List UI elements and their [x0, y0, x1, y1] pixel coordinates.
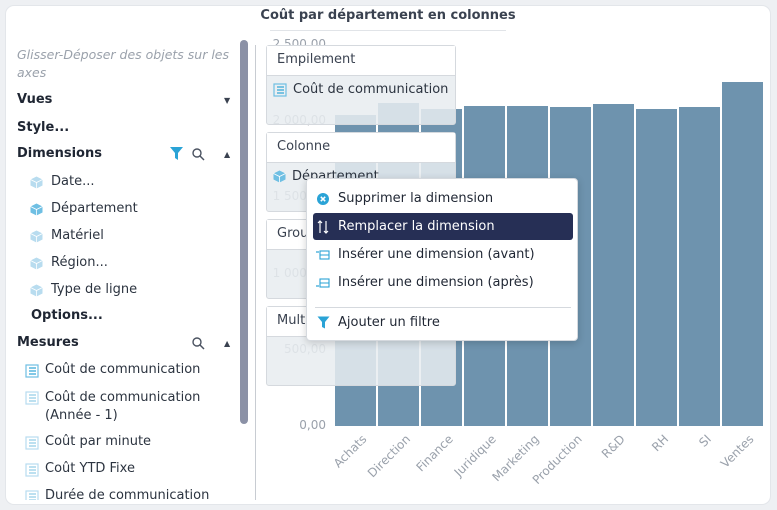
context-menu: Supprimer la dimension Remplacer la dime…: [306, 178, 578, 341]
dimension-label: Date...: [51, 174, 95, 189]
measure-icon: [25, 463, 39, 477]
measure-item[interactable]: Coût de communication (Année - 1): [25, 389, 215, 425]
measure-icon: [25, 490, 39, 500]
menu-item-insert-after[interactable]: Insérer une dimension (après): [313, 269, 573, 296]
filter-icon[interactable]: [169, 146, 184, 161]
measure-label: Coût de communication (Année - 1): [45, 390, 201, 423]
section-dimensions[interactable]: Dimensions: [17, 146, 102, 161]
panel-scrollbar[interactable]: [240, 40, 248, 424]
cube-icon: [273, 170, 286, 183]
menu-item-insert-before[interactable]: Insérer une dimension (avant): [313, 241, 573, 268]
drag-hint: Glisser-Déposer des objets sur les axes: [17, 47, 229, 80]
dimension-label: Type de ligne: [51, 282, 138, 297]
menu-item-label: Remplacer la dimension: [338, 219, 495, 234]
x-tick-label: RH: [648, 432, 671, 455]
measure-item[interactable]: Durée de communication: [25, 488, 209, 500]
vues-caret-icon[interactable]: ▼: [224, 96, 230, 105]
measure-icon: [25, 391, 39, 405]
chart-bar[interactable]: [679, 107, 720, 426]
filter-icon: [316, 316, 330, 330]
options-link[interactable]: Options...: [31, 308, 103, 323]
measure-icon: [273, 82, 287, 97]
x-tick-label: SI: [695, 432, 714, 450]
mesures-caret-icon[interactable]: ▲: [224, 339, 230, 348]
x-tick-label: Achats: [330, 432, 369, 471]
menu-item-remove-dimension[interactable]: Supprimer la dimension: [313, 185, 573, 212]
menu-item-label: Insérer une dimension (avant): [338, 247, 535, 262]
search-icon[interactable]: [192, 148, 205, 161]
cube-icon: [30, 230, 43, 243]
x-tick-label: R&D: [598, 432, 628, 461]
menu-item-label: Ajouter un filtre: [338, 315, 440, 330]
measure-label: Coût de communication: [45, 362, 201, 377]
insert-after-icon: [316, 276, 330, 290]
menu-separator: [315, 307, 571, 308]
axis-label: Grou: [277, 226, 309, 241]
chart-bar[interactable]: [722, 81, 763, 426]
axis-box-empilement[interactable]: Empilement Coût de communication: [266, 45, 456, 125]
fields-panel: Glisser-Déposer des objets sur les axes …: [0, 40, 240, 500]
insert-before-icon: [316, 248, 330, 262]
panel-divider: [255, 45, 256, 500]
measure-label: Durée de communication: [45, 488, 210, 500]
x-tick-label: Ventes: [717, 432, 757, 471]
dimension-label: Région...: [51, 255, 108, 270]
y-tick-label: 0,00: [299, 418, 326, 432]
chart-bar[interactable]: [636, 109, 677, 426]
dimension-item[interactable]: Département: [30, 201, 138, 216]
axis-label: Empilement: [277, 52, 356, 67]
measure-icon: [25, 436, 39, 450]
axis-chip[interactable]: Coût de communication: [273, 82, 448, 97]
dimensions-caret-icon[interactable]: ▲: [224, 150, 230, 159]
dimension-label: Département: [51, 201, 138, 216]
dimension-item[interactable]: Région...: [30, 255, 108, 270]
search-icon[interactable]: [192, 337, 205, 350]
axis-label: Colonne: [277, 139, 331, 154]
measure-item[interactable]: Coût par minute: [25, 434, 151, 450]
dimension-label: Matériel: [51, 228, 104, 243]
x-tick-label: Direction: [364, 432, 413, 481]
remove-icon: [316, 192, 330, 206]
chart-bar[interactable]: [593, 104, 634, 426]
measure-label: Coût par minute: [45, 434, 152, 449]
menu-item-replace-dimension[interactable]: Remplacer la dimension: [313, 213, 573, 240]
axis-chip-label: Coût de communication: [293, 82, 449, 97]
dimension-item[interactable]: Matériel: [30, 228, 104, 243]
measure-item[interactable]: Coût YTD Fixe: [25, 461, 135, 477]
menu-item-add-filter[interactable]: Ajouter un filtre: [313, 309, 573, 336]
cube-icon: [30, 176, 43, 189]
dimension-item[interactable]: Date...: [30, 174, 94, 189]
cube-icon: [30, 284, 43, 297]
x-tick-label: Finance: [412, 432, 456, 475]
axis-label: Multi: [277, 313, 309, 328]
section-style[interactable]: Style...: [17, 120, 69, 135]
measure-item[interactable]: Coût de communication: [25, 362, 200, 378]
title-underline: [270, 30, 506, 31]
cube-icon: [30, 257, 43, 270]
dimension-item[interactable]: Type de ligne: [30, 282, 137, 297]
chart-title: Coût par département en colonnes: [260, 8, 516, 23]
section-vues[interactable]: Vues: [17, 92, 52, 107]
menu-item-label: Insérer une dimension (après): [338, 275, 534, 290]
section-mesures[interactable]: Mesures: [17, 335, 79, 350]
measure-icon: [25, 364, 39, 378]
swap-icon: [316, 219, 330, 234]
measure-label: Coût YTD Fixe: [45, 461, 135, 476]
cube-icon: [30, 203, 43, 216]
menu-item-label: Supprimer la dimension: [338, 191, 494, 206]
